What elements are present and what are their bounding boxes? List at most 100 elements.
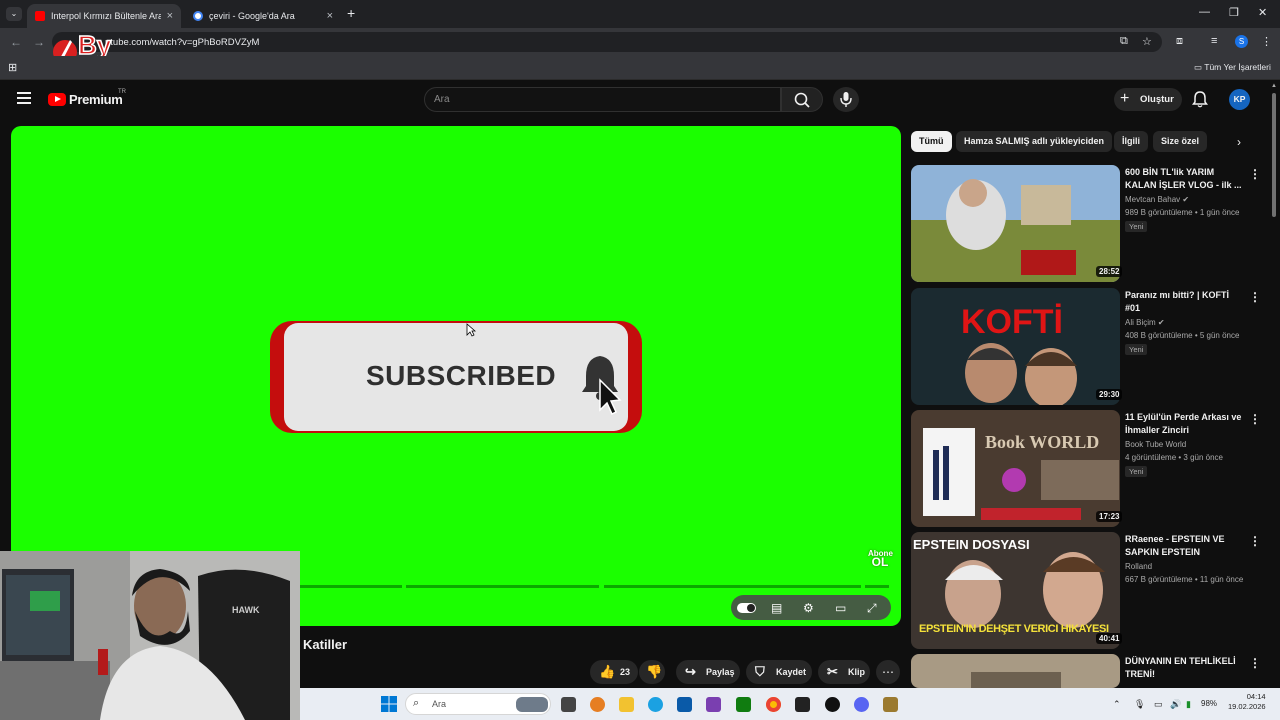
chip-from-uploader[interactable]: Hamza SALMIŞ adlı yükleyiciden [956,131,1113,152]
autoplay-toggle[interactable] [737,603,756,613]
channel-name[interactable]: Mevtcan Bahav ✔ [1125,195,1189,204]
back-icon[interactable]: ← [10,35,22,49]
subscribe-watermark[interactable]: Abone OL [868,549,893,573]
discord-icon[interactable] [854,697,869,712]
copilot-icon[interactable] [590,697,605,712]
tray-mic-icon[interactable]: 🎙 [1134,699,1145,710]
video-thumbnail[interactable]: KOFTİ [911,288,1120,405]
search-button[interactable] [781,87,823,112]
recommendation-title[interactable]: RRaenee - EPSTEIN VE SAPKIN EPSTEIN ADAS… [1125,533,1243,560]
chip-for-you[interactable]: Size özel [1153,131,1208,152]
channel-name[interactable]: Ali Biçim ✔ [1125,318,1165,327]
extensions-icon[interactable]: ⧈ [1176,35,1183,48]
obs-icon[interactable] [825,697,840,712]
video-thumbnail[interactable] [911,165,1120,282]
more-options-icon[interactable]: ⋮ [1249,412,1261,426]
clip-button[interactable]: ✂ Klip [818,660,870,684]
video-duration: 17:23 [1096,511,1123,522]
all-bookmarks-button[interactable]: ▭ Tüm Yer İşaretleri [1194,62,1271,73]
bookmark-star-icon[interactable]: ☆ [1142,35,1152,48]
windows-start-icon[interactable] [381,696,397,712]
tray-overflow-icon[interactable]: ⌃ [1113,699,1121,710]
chapter-progress-1[interactable] [300,585,402,588]
new-badge: Yeni [1125,344,1148,355]
app-icon[interactable] [706,697,721,712]
xbox-icon[interactable] [736,697,751,712]
browser-tab-google[interactable]: çeviri - Google'da Ara × [185,4,341,28]
miniplayer-icon[interactable]: ▭ [835,601,846,615]
thumbnail-text: EPSTEIN DOSYASI [913,537,1030,552]
chrome-icon[interactable] [766,697,781,712]
task-view-icon[interactable] [561,697,576,712]
store-icon[interactable] [677,697,692,712]
more-options-icon[interactable]: ⋮ [1249,534,1261,548]
restore-icon[interactable]: ❐ [1229,6,1239,19]
browser-tab-youtube[interactable]: Interpol Kırmızı Bültenle Aranan × [27,4,181,28]
tray-display-icon[interactable]: ▭ [1154,699,1163,710]
subscribed-text: SUBSCRIBED [366,360,557,391]
more-options-icon[interactable]: ⋮ [1249,290,1261,304]
video-thumbnail[interactable] [911,654,1120,688]
search-input[interactable]: Ara [424,87,781,112]
game-icon[interactable] [883,697,898,712]
fullscreen-icon[interactable]: ⤢ [867,601,877,616]
chevron-right-icon[interactable]: › [1237,135,1241,149]
page-scrollbar[interactable] [1272,93,1276,217]
browser-menu-icon[interactable]: ⋮ [1261,35,1272,48]
more-options-icon[interactable]: ⋮ [1249,167,1261,181]
recommendation-item[interactable]: KOFTİ 29:30 Paranız mı bitti? | KOFTİ #0… [911,288,1271,406]
close-tab-icon[interactable]: × [167,10,173,22]
recommendation-item[interactable]: Book WORLD 17:23 11 Eylül'ün Perde Arkas… [911,410,1271,528]
channel-name[interactable]: Rolland [1125,562,1152,571]
channel-name[interactable]: Book Tube World [1125,440,1186,449]
chip-all[interactable]: Tümü [911,131,952,152]
tray-volume-icon[interactable]: 🔊 [1170,699,1181,710]
cast-icon[interactable]: ⧉ [1120,35,1128,48]
search-highlight-icon[interactable] [516,697,548,712]
recommendation-item[interactable]: DÜNYANIN EN TEHLİKELİ TRENİ! ⋮ [911,654,1271,688]
reading-list-icon[interactable]: ≡ [1211,35,1217,47]
app-n-icon[interactable] [795,697,810,712]
voice-search-button[interactable] [833,87,859,112]
video-thumbnail[interactable]: Book WORLD [911,410,1120,527]
profile-avatar[interactable]: S [1235,35,1248,48]
recommendation-item[interactable]: 28:52 600 BİN TL'lik YARIM KALAN İŞLER V… [911,165,1271,283]
forward-icon[interactable]: → [33,35,45,49]
notifications-bell-icon[interactable] [1192,90,1208,108]
youtube-premium-logo[interactable]: Premium [69,92,123,107]
taskbar-clock[interactable]: 04:14 19.02.2026 [1228,692,1266,712]
chapter-progress-3[interactable] [604,585,861,588]
recommendation-item[interactable]: EPSTEIN DOSYASI EPSTEIN'IN DEHŞET VERICI… [911,532,1271,650]
new-tab-icon[interactable]: + [347,5,355,21]
recommendation-title[interactable]: 600 BİN TL'lik YARIM KALAN İŞLER VLOG - … [1125,166,1243,192]
video-thumbnail[interactable]: EPSTEIN DOSYASI EPSTEIN'IN DEHŞET VERICI… [911,532,1120,649]
save-button[interactable]: ⛉ Kaydet [746,660,812,684]
more-actions-button[interactable]: ⋯ [876,660,900,684]
subtitles-icon[interactable]: ▤ [771,601,782,615]
account-avatar[interactable]: KP [1229,89,1250,110]
chapter-progress-2[interactable] [406,585,599,588]
share-button[interactable]: ↪ Paylaş [676,660,740,684]
chip-related[interactable]: İlgili [1114,131,1148,152]
more-options-icon[interactable]: ⋮ [1249,656,1261,670]
close-tab-icon[interactable]: × [327,10,333,22]
scroll-up-icon[interactable]: ▲ [1271,83,1277,89]
close-window-icon[interactable]: ✕ [1258,6,1267,19]
like-button[interactable]: 👍 23 [590,660,638,684]
youtube-logo-icon[interactable] [48,93,66,106]
minimize-icon[interactable]: — [1199,6,1210,18]
dislike-button[interactable]: 👎 [639,660,665,684]
channel-name-text: Ali Biçim [1125,318,1156,327]
chapter-progress-4[interactable] [865,585,889,588]
bookmarks-bar [0,56,1280,80]
recommendation-title[interactable]: Paranız mı bitti? | KOFTİ #01 [1125,289,1243,315]
edge-icon[interactable] [648,697,663,712]
file-explorer-icon[interactable] [619,697,634,712]
apps-grid-icon[interactable]: ⊞ [8,61,17,74]
settings-gear-icon[interactable]: ⚙ [803,601,814,615]
menu-icon[interactable] [17,92,31,104]
tray-battery-icon[interactable]: ▮ [1186,699,1191,710]
recommendation-title[interactable]: DÜNYANIN EN TEHLİKELİ TRENİ! [1125,655,1243,681]
tab-search-icon[interactable]: ⌄ [6,7,22,21]
recommendation-title[interactable]: 11 Eylül'ün Perde Arkası ve İhmaller Zin… [1125,411,1243,437]
